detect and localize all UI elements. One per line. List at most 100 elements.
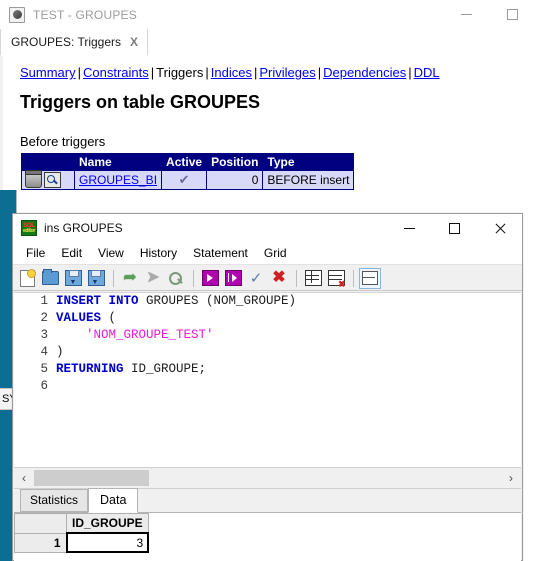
breadcrumb: Summary | Constraints | Triggers | Indices | Pri… xyxy=(20,65,440,80)
save-script-button[interactable] xyxy=(62,268,84,289)
new-script-button[interactable] xyxy=(16,268,38,289)
sql-text-editor[interactable]: 1 INSERT INTO GROUPES (NOM_GROUPE) 2 VAL… xyxy=(14,292,521,467)
trigger-link[interactable]: GROUPES_BI xyxy=(79,173,157,187)
minimize-button[interactable] xyxy=(443,0,489,29)
tab-groupes-triggers[interactable]: GROUPES: Triggers X xyxy=(0,29,149,56)
nav-separator: | xyxy=(77,65,82,80)
line-number: 5 xyxy=(40,362,48,376)
line-number: 6 xyxy=(40,379,48,393)
nav-link-dependencies[interactable]: Dependencies xyxy=(323,65,406,80)
grid-header-row: ID_GROUPE xyxy=(14,513,149,534)
tab-statistics[interactable]: Statistics xyxy=(20,489,89,512)
menu-grid[interactable]: Grid xyxy=(256,244,295,262)
line-number: 4 xyxy=(40,345,48,359)
sql-maximize-button[interactable] xyxy=(432,214,477,242)
execute-step-button[interactable] xyxy=(222,268,244,289)
nav-link-indices[interactable]: Indices xyxy=(211,65,252,80)
section-title: Before triggers xyxy=(20,134,106,149)
main-window-controls xyxy=(443,0,535,29)
code-token: 'NOM_GROUPE_TEST' xyxy=(56,328,214,342)
sql-icon-line2: editor xyxy=(22,227,36,234)
code-token: INSERT INTO xyxy=(56,294,139,308)
table-row: GROUPES_BI ✔ 0 BEFORE insert xyxy=(21,170,355,190)
scroll-right-icon[interactable]: › xyxy=(501,468,521,488)
maximize-button[interactable] xyxy=(489,0,535,29)
commit-button[interactable]: ✓ xyxy=(245,268,267,289)
main-window-title: TEST - GROUPES xyxy=(33,7,137,22)
code-token: ID_GROUPE; xyxy=(123,362,207,376)
tab-label: GROUPES: Triggers xyxy=(11,35,122,49)
split-pane-icon xyxy=(362,271,378,285)
minimize-icon xyxy=(460,14,472,15)
menu-view[interactable]: View xyxy=(90,244,132,262)
new-document-icon xyxy=(19,268,36,287)
grid-row: 1 3 xyxy=(14,532,150,553)
cell-trigger-name: GROUPES_BI xyxy=(73,170,163,190)
code-line: 4 ) xyxy=(14,344,521,361)
execute-button[interactable] xyxy=(199,268,221,289)
code-line: 1 INSERT INTO GROUPES (NOM_GROUPE) xyxy=(14,293,521,310)
nav-separator: | xyxy=(205,65,209,80)
cell-type: BEFORE insert xyxy=(262,170,355,190)
history-back-button[interactable]: ➦ xyxy=(119,268,141,289)
grid-row-number[interactable]: 1 xyxy=(14,532,67,553)
menu-history[interactable]: History xyxy=(132,244,185,262)
tab-data[interactable]: Data xyxy=(88,488,139,513)
close-icon[interactable]: X xyxy=(130,36,138,48)
page-title: Triggers on table GROUPES xyxy=(20,92,261,112)
sql-editor-window: SQL editor ins GROUPES File Edit View Hi… xyxy=(12,213,523,561)
table-header-row: Name Active Position Type xyxy=(21,153,355,171)
grid-column-header-id-groupe[interactable]: ID_GROUPE xyxy=(66,513,149,534)
cell-active: ✔ xyxy=(161,170,208,190)
grid-delete-button[interactable] xyxy=(325,268,347,289)
open-script-button[interactable] xyxy=(39,268,61,289)
line-number: 2 xyxy=(40,311,48,325)
sql-window-title: ins GROUPES xyxy=(44,221,123,235)
nav-link-constraints[interactable]: Constraints xyxy=(83,65,149,80)
sql-menubar: File Edit View History Statement Grid xyxy=(13,242,522,265)
menu-file[interactable]: File xyxy=(18,244,53,262)
history-forward-button[interactable]: ➤ xyxy=(142,268,164,289)
grid-cell-id-groupe[interactable]: 3 xyxy=(65,532,150,553)
rollback-button[interactable]: ✖ xyxy=(268,268,290,289)
sql-toolbar: ➦ ➤ ✓ ✖ xyxy=(13,266,522,291)
grid-plus-icon xyxy=(304,270,322,286)
arrow-left-icon: ➦ xyxy=(123,269,137,286)
code-content: RETURNING ID_GROUPE; xyxy=(54,361,206,378)
code-line: 3 'NOM_GROUPE_TEST' xyxy=(14,327,521,344)
toggle-split-button[interactable] xyxy=(359,267,381,289)
toolbar-separator xyxy=(113,269,114,287)
toolbar-separator xyxy=(296,269,297,287)
maximize-icon xyxy=(449,222,460,234)
nav-link-privileges[interactable]: Privileges xyxy=(259,65,315,80)
checkmark-icon: ✔ xyxy=(178,172,190,187)
nav-link-ddl[interactable]: DDL xyxy=(414,65,440,80)
magnifier-icon[interactable] xyxy=(44,172,61,188)
sql-editor-icon: SQL editor xyxy=(21,220,37,236)
editor-horizontal-scrollbar[interactable]: ‹ › xyxy=(14,467,521,489)
grid-delete-icon xyxy=(327,270,346,289)
scrollbar-track[interactable] xyxy=(34,468,501,488)
result-data-grid[interactable]: ID_GROUPE 1 3 xyxy=(14,513,521,561)
close-icon xyxy=(494,222,506,234)
trash-icon[interactable] xyxy=(25,170,42,188)
code-content: VALUES ( xyxy=(54,310,116,327)
sql-close-button[interactable] xyxy=(477,214,522,242)
column-header-actions xyxy=(21,153,75,171)
save-as-button[interactable] xyxy=(85,268,107,289)
menu-edit[interactable]: Edit xyxy=(53,244,90,262)
nav-link-summary[interactable]: Summary xyxy=(20,65,76,80)
nav-separator: | xyxy=(408,65,412,80)
grid-insert-button[interactable] xyxy=(302,268,324,289)
nav-link-triggers: Triggers xyxy=(156,65,204,80)
line-number: 1 xyxy=(40,294,48,308)
arrow-right-icon: ➤ xyxy=(146,269,160,286)
scroll-left-icon[interactable]: ‹ xyxy=(14,468,34,488)
menu-statement[interactable]: Statement xyxy=(185,244,256,262)
sql-minimize-button[interactable] xyxy=(387,214,432,242)
play-step-icon xyxy=(224,270,242,286)
nav-separator: | xyxy=(317,65,322,80)
scrollbar-thumb[interactable] xyxy=(34,470,149,486)
history-search-button[interactable] xyxy=(165,268,187,289)
code-token: VALUES xyxy=(56,311,102,325)
